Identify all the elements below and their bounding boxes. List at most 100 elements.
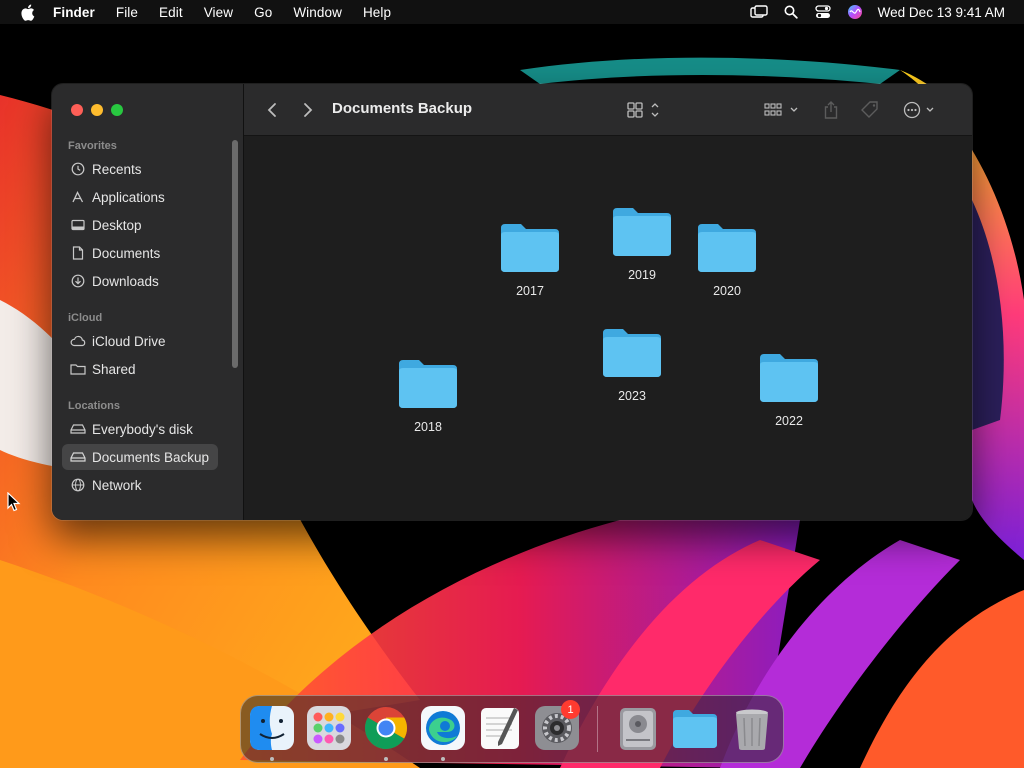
sidebar-item-downloads[interactable]: Downloads xyxy=(62,268,218,294)
sidebar-item-recents[interactable]: Recents xyxy=(62,156,218,182)
chevron-right-icon xyxy=(304,103,313,117)
desktop-icon xyxy=(70,217,86,233)
window-title: Documents Backup xyxy=(332,100,473,117)
dock: 1 xyxy=(240,695,784,763)
chrome-icon xyxy=(364,707,408,750)
tag-icon xyxy=(861,101,878,118)
screen-mirroring-icon[interactable] xyxy=(749,3,768,21)
sidebar-item-label: Shared xyxy=(92,361,136,377)
dock-separator xyxy=(597,706,598,752)
sidebar-item-documents-backup[interactable]: Documents Backup xyxy=(62,444,218,470)
folder-icon xyxy=(673,710,717,748)
sidebar-item-label: Downloads xyxy=(92,273,159,289)
apple-menu-icon[interactable] xyxy=(16,0,38,24)
dock-downloads-folder[interactable] xyxy=(671,704,719,752)
dock-textedit[interactable] xyxy=(476,704,524,752)
sidebar-item-desktop[interactable]: Desktop xyxy=(62,212,218,238)
menu-window[interactable]: Window xyxy=(293,5,342,20)
siri-icon[interactable] xyxy=(846,3,864,21)
document-icon xyxy=(70,245,86,261)
dock-google-chrome[interactable] xyxy=(362,704,410,752)
sidebar-section-icloud: iCloud xyxy=(68,312,103,324)
sidebar-item-label: iCloud Drive xyxy=(92,333,166,349)
close-window-button[interactable] xyxy=(71,104,83,116)
dock-disk-utility[interactable] xyxy=(614,704,662,752)
launchpad-icon xyxy=(307,706,351,750)
dock-microsoft-edge[interactable] xyxy=(419,704,467,752)
group-view-icon xyxy=(764,103,798,116)
sidebar-item-shared[interactable]: Shared xyxy=(62,356,218,382)
folder-item[interactable]: 2019 xyxy=(602,206,682,282)
folder-item[interactable]: 2023 xyxy=(592,327,672,403)
group-by-button[interactable] xyxy=(762,98,802,122)
sidebar-item-icloud-drive[interactable]: iCloud Drive xyxy=(62,328,218,354)
sidebar-item-label: Applications xyxy=(92,189,165,205)
sidebar-item-applications[interactable]: Applications xyxy=(62,184,218,210)
share-icon xyxy=(824,101,838,119)
menu-file[interactable]: File xyxy=(116,5,138,20)
sidebar-item-label: Desktop xyxy=(92,217,142,233)
menubar-clock[interactable]: Wed Dec 13 9:41 AM xyxy=(878,5,1005,20)
folder-name: 2020 xyxy=(713,284,741,298)
sidebar-section-locations: Locations xyxy=(68,400,120,412)
folder-name: 2018 xyxy=(414,420,442,434)
hard-drive-icon xyxy=(620,708,656,750)
view-mode-button[interactable] xyxy=(624,98,664,122)
sidebar-item-label: Recents xyxy=(92,161,142,177)
icon-view-icon xyxy=(627,102,659,118)
finder-icon xyxy=(250,706,294,750)
folder-item[interactable]: 2022 xyxy=(749,352,829,428)
running-indicator xyxy=(441,757,445,761)
dock-finder[interactable] xyxy=(248,704,296,752)
folder-icon xyxy=(760,354,818,402)
folder-name: 2022 xyxy=(775,414,803,428)
more-actions-button[interactable] xyxy=(900,98,940,122)
sidebar-item-label: Everybody's disk xyxy=(92,421,193,437)
ellipsis-circle-icon xyxy=(903,101,934,119)
disk-icon xyxy=(70,421,86,437)
zoom-window-button[interactable] xyxy=(111,104,123,116)
share-button[interactable] xyxy=(820,98,842,122)
globe-icon xyxy=(70,477,86,493)
edge-icon xyxy=(421,706,465,750)
forward-button[interactable] xyxy=(298,98,318,122)
folder-name: 2019 xyxy=(628,268,656,282)
menu-go[interactable]: Go xyxy=(254,5,272,20)
folder-contents: 2017 2019 2020 2018 2023 2022 xyxy=(244,136,972,520)
spotlight-search-icon[interactable] xyxy=(782,3,800,21)
textedit-icon xyxy=(481,708,519,749)
menu-edit[interactable]: Edit xyxy=(159,5,183,20)
notification-badge: 1 xyxy=(561,700,580,719)
menu-view[interactable]: View xyxy=(204,5,233,20)
folder-name: 2023 xyxy=(618,389,646,403)
control-center-icon[interactable] xyxy=(814,3,832,21)
minimize-window-button[interactable] xyxy=(91,104,103,116)
disk-icon xyxy=(70,449,86,465)
dock-launchpad[interactable] xyxy=(305,704,353,752)
folder-icon xyxy=(698,224,756,272)
chevron-left-icon xyxy=(267,103,276,117)
folder-name: 2017 xyxy=(516,284,544,298)
folder-icon xyxy=(613,208,671,256)
shared-folder-icon xyxy=(70,361,86,377)
sidebar-item-documents[interactable]: Documents xyxy=(62,240,218,266)
sidebar-item-network[interactable]: Network xyxy=(62,472,218,498)
running-indicator xyxy=(270,757,274,761)
folder-item[interactable]: 2018 xyxy=(388,358,468,434)
sidebar-item-everybodys-disk[interactable]: Everybody's disk xyxy=(62,416,218,442)
trash-icon xyxy=(736,709,768,750)
clock-icon xyxy=(70,161,86,177)
folder-icon xyxy=(399,360,457,408)
folder-icon xyxy=(603,329,661,377)
menu-finder[interactable]: Finder xyxy=(53,5,95,20)
folder-item[interactable]: 2017 xyxy=(490,222,570,298)
sidebar-scrollbar[interactable] xyxy=(232,140,238,368)
menu-bar: Finder File Edit View Go Window Help Wed… xyxy=(0,0,1024,24)
menu-help[interactable]: Help xyxy=(363,5,391,20)
cloud-icon xyxy=(70,333,86,349)
sidebar-item-label: Network xyxy=(92,477,142,493)
dock-trash[interactable] xyxy=(728,704,776,752)
back-button[interactable] xyxy=(262,98,282,122)
tags-button[interactable] xyxy=(858,98,882,122)
folder-item[interactable]: 2020 xyxy=(687,222,767,298)
